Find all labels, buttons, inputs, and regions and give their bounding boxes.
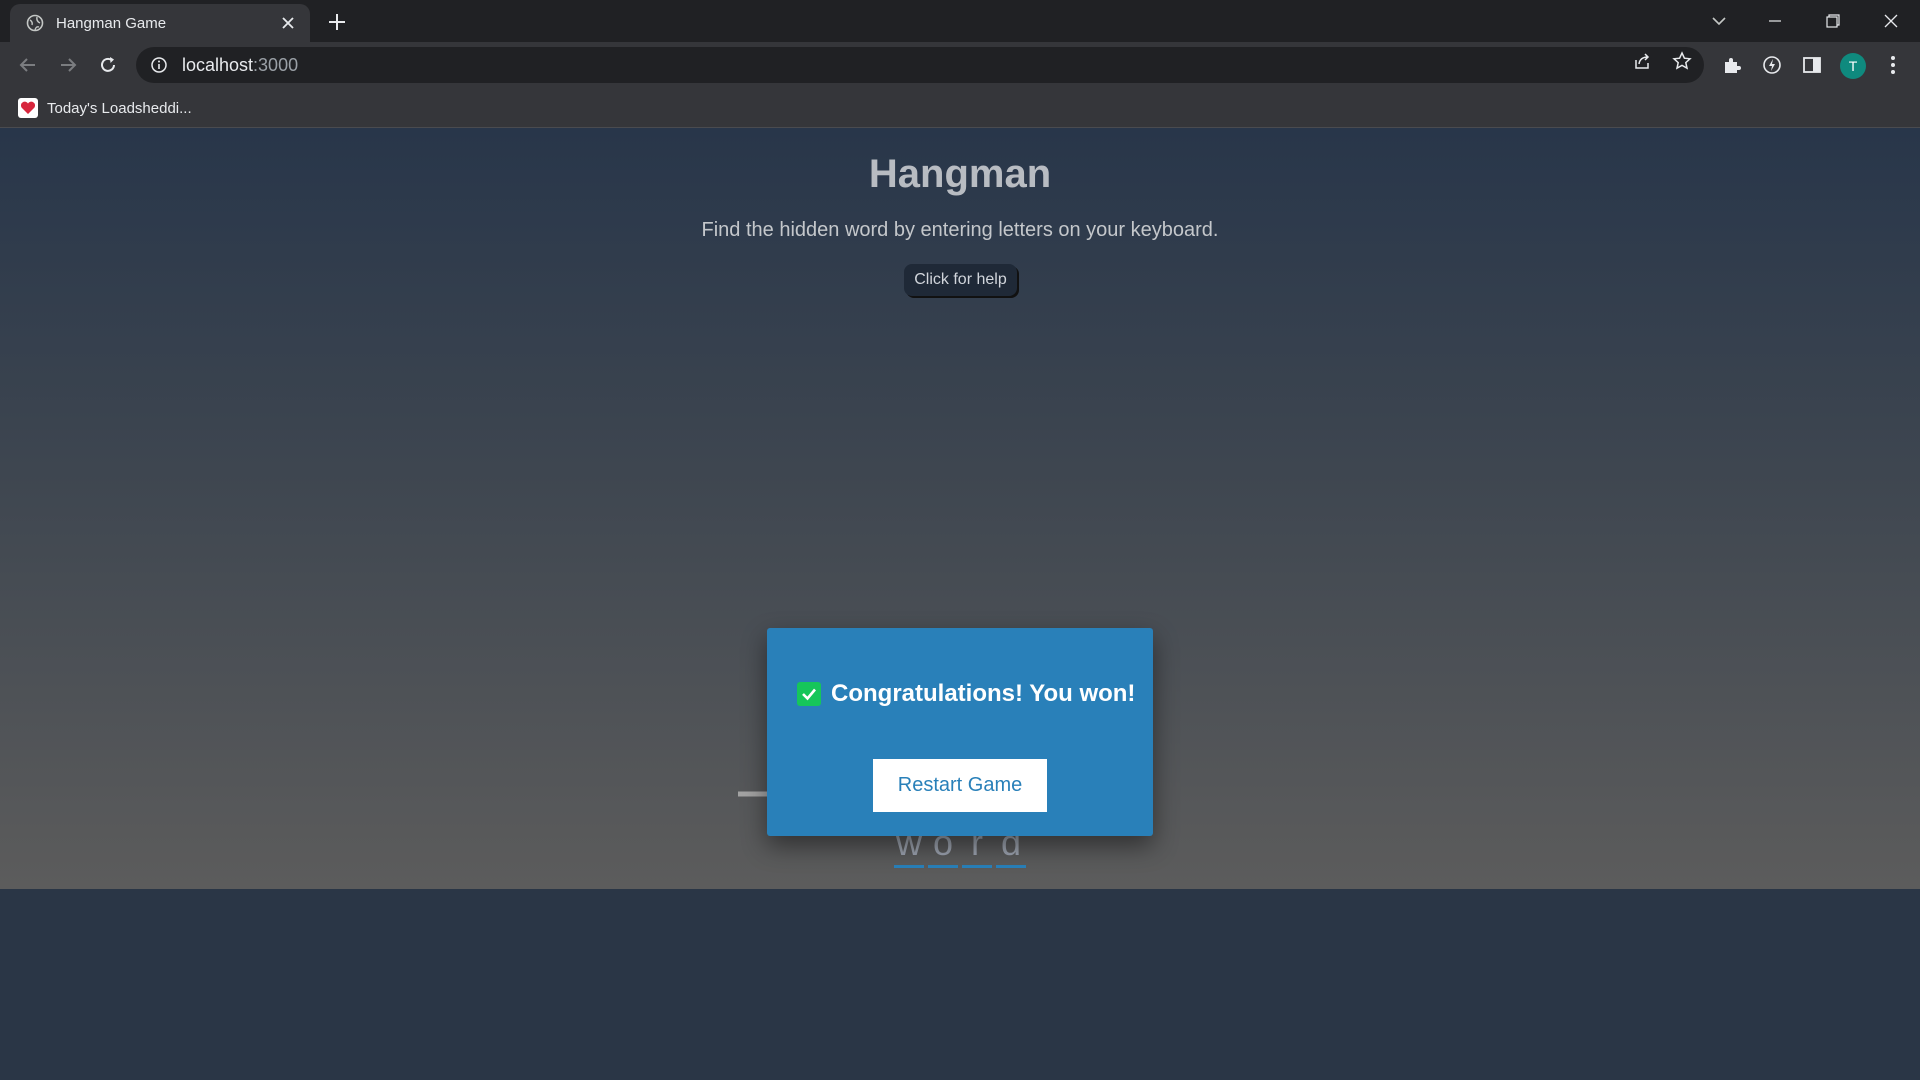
- win-message: Congratulations! You won!: [797, 680, 1135, 708]
- profile-avatar[interactable]: T: [1840, 53, 1866, 79]
- heart-favicon-icon: [18, 98, 38, 118]
- win-dialog: Congratulations! You won! Restart Game: [767, 628, 1153, 836]
- hangman-page: Hangman Find the hidden word by entering…: [0, 128, 1920, 889]
- restart-game-button[interactable]: Restart Game: [873, 759, 1047, 812]
- reload-icon[interactable]: [96, 53, 120, 77]
- new-tab-icon[interactable]: [326, 11, 348, 33]
- extensions-puzzle-icon[interactable]: [1721, 54, 1743, 76]
- url-text: localhost:3000: [182, 55, 298, 76]
- more-menu-icon[interactable]: [1882, 54, 1904, 76]
- page-subtitle: Find the hidden word by entering letters…: [701, 219, 1219, 241]
- minimize-icon[interactable]: [1760, 6, 1790, 36]
- back-arrow-icon[interactable]: [16, 53, 40, 77]
- url-port: :3000: [253, 54, 299, 75]
- address-bar[interactable]: localhost:3000: [136, 47, 1704, 83]
- browser-tab-strip: Hangman Game: [0, 0, 1920, 42]
- side-panel-icon[interactable]: [1801, 54, 1823, 76]
- bookmark-star-icon[interactable]: [1672, 51, 1692, 71]
- tab-title: Hangman Game: [56, 14, 167, 32]
- bookmark-item[interactable]: Today's Loadsheddi...: [18, 96, 192, 120]
- close-window-icon[interactable]: [1876, 6, 1906, 36]
- page-bottom-area: [0, 889, 1920, 1080]
- share-icon[interactable]: [1632, 51, 1652, 71]
- bookmarks-bar: Today's Loadsheddi...: [0, 88, 1920, 128]
- close-tab-icon[interactable]: [280, 15, 296, 31]
- browser-tab[interactable]: Hangman Game: [10, 4, 310, 42]
- page-title: Hangman: [868, 152, 1052, 196]
- forward-arrow-icon[interactable]: [56, 53, 80, 77]
- help-button[interactable]: Click for help: [904, 264, 1017, 296]
- bookmark-label: Today's Loadsheddi...: [47, 99, 192, 117]
- tab-search-chevron-icon[interactable]: [1704, 6, 1734, 36]
- performance-bolt-icon[interactable]: [1761, 54, 1783, 76]
- restore-window-icon[interactable]: [1818, 6, 1848, 36]
- site-info-icon[interactable]: [150, 56, 168, 74]
- browser-toolbar: localhost:3000 T: [0, 42, 1920, 88]
- check-mark-icon: [797, 682, 821, 706]
- url-host: localhost: [182, 54, 254, 75]
- globe-icon: [26, 14, 44, 32]
- win-message-text: Congratulations! You won!: [831, 680, 1136, 707]
